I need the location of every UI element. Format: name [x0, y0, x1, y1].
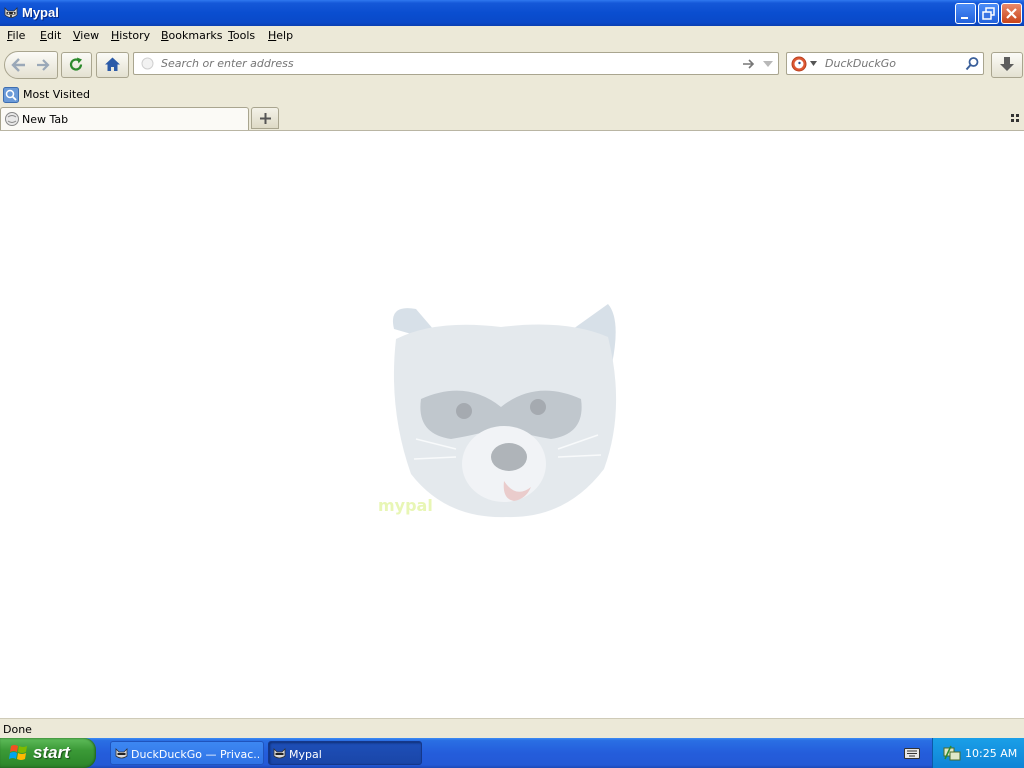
mascot-caption: mypal — [378, 496, 433, 515]
address-bar[interactable] — [133, 52, 779, 75]
reload-icon — [69, 57, 83, 71]
bookmark-label: Most Visited — [23, 88, 90, 101]
tab-label: New Tab — [22, 113, 69, 126]
go-arrow-icon[interactable] — [742, 58, 756, 70]
raccoon-app-icon — [115, 748, 128, 759]
menu-file[interactable]: File — [7, 29, 25, 42]
network-icon[interactable] — [943, 744, 961, 762]
open-new-tab-button[interactable] — [251, 107, 279, 129]
site-identity-icon — [141, 57, 154, 70]
raccoon-app-icon — [273, 748, 286, 759]
dropdown-icon[interactable] — [762, 60, 774, 68]
page-content: mypal — [0, 131, 1024, 718]
close-button[interactable] — [1001, 3, 1022, 24]
reload-button[interactable] — [61, 52, 92, 78]
navigation-toolbar — [0, 46, 1024, 84]
taskbar: start DuckDuckGo — Privac... Mypal 10:25… — [0, 738, 1024, 768]
back-icon[interactable] — [9, 55, 29, 75]
clock[interactable]: 10:25 AM — [965, 747, 1017, 760]
windows-flag-icon — [9, 745, 27, 760]
title-bar[interactable]: Mypal — [0, 0, 1024, 26]
bookmarks-toolbar: Most Visited — [0, 84, 1024, 106]
start-button[interactable]: start — [0, 738, 96, 768]
address-input[interactable] — [159, 56, 723, 71]
most-visited-icon — [3, 87, 19, 103]
home-button[interactable] — [96, 52, 129, 78]
status-text: Done — [3, 723, 32, 736]
restore-button[interactable] — [978, 3, 999, 24]
search-input[interactable] — [823, 56, 957, 71]
window-title: Mypal — [22, 5, 59, 20]
grid-icon[interactable] — [1010, 113, 1020, 123]
raccoon-mascot-logo: mypal — [378, 304, 617, 518]
back-forward-group — [4, 51, 58, 79]
search-icon[interactable] — [965, 56, 980, 71]
search-bar[interactable] — [786, 52, 984, 75]
start-label: start — [33, 743, 70, 762]
taskbar-item-duckduckgo[interactable]: DuckDuckGo — Privac... — [110, 741, 264, 765]
bookmark-most-visited[interactable]: Most Visited — [3, 87, 90, 103]
menu-help[interactable]: Help — [268, 29, 293, 42]
status-bar: Done — [0, 718, 1024, 739]
tab-strip: New Tab — [0, 106, 1024, 131]
system-tray: 10:25 AM — [932, 738, 1024, 768]
downloads-button[interactable] — [991, 52, 1023, 78]
plus-icon — [260, 113, 271, 124]
download-icon — [1000, 57, 1014, 71]
keyboard-icon[interactable] — [904, 746, 920, 760]
menu-tools[interactable]: Tools — [228, 29, 255, 42]
menu-edit[interactable]: Edit — [40, 29, 61, 42]
forward-icon[interactable] — [34, 56, 52, 74]
menu-bar: File Edit View History Bookmarks Tools H… — [0, 26, 1024, 46]
menu-bookmarks[interactable]: Bookmarks — [161, 29, 222, 42]
new-tab-icon — [5, 112, 19, 126]
engine-dropdown-icon[interactable] — [810, 61, 817, 66]
duckduckgo-icon[interactable] — [791, 56, 807, 72]
menu-history[interactable]: History — [111, 29, 150, 42]
raccoon-app-icon — [4, 7, 18, 18]
home-icon — [105, 57, 120, 71]
menu-view[interactable]: View — [73, 29, 99, 42]
taskbar-item-mypal[interactable]: Mypal — [268, 741, 422, 765]
tab-new-tab[interactable]: New Tab — [0, 107, 249, 130]
minimize-button[interactable] — [955, 3, 976, 24]
